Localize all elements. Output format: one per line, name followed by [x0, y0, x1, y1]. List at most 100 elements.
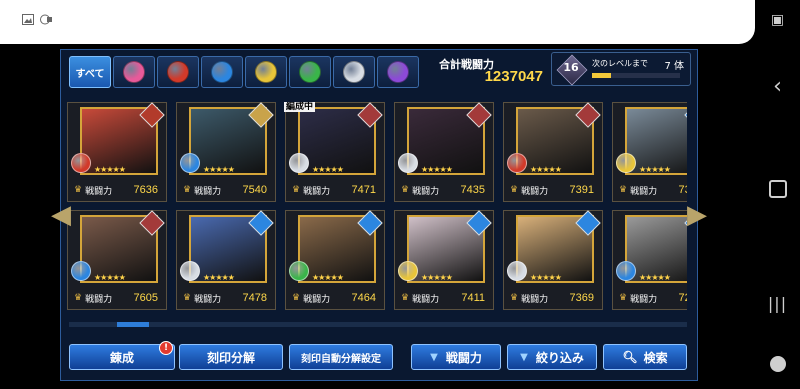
level-progress-box: 16 次のレベルまで 7 体	[551, 52, 691, 86]
filter-button[interactable]: ▼ 絞り込み	[507, 344, 597, 370]
character-card[interactable]: ★★★★★ ♛ 戦闘力 7605	[67, 210, 167, 310]
thunder-element-icon	[255, 61, 277, 83]
character-card[interactable]: ★★★★★ ♛戦闘力 7288	[612, 210, 687, 310]
power-label: 戦闘力	[194, 186, 222, 197]
fire-element-icon	[167, 61, 189, 83]
crown-icon: ♛	[401, 293, 410, 303]
crown-icon: ♛	[183, 185, 192, 195]
element-icon	[398, 261, 418, 281]
element-filter-tabs: すべて	[69, 56, 419, 90]
scroll-right-arrow[interactable]: ▶	[687, 200, 707, 230]
element-icon	[507, 261, 527, 281]
crown-icon: ♛	[74, 185, 83, 195]
power-value: 7411	[461, 292, 485, 304]
crown-icon: ♛	[619, 293, 628, 303]
rarity-stars-icon: ★★★★★	[312, 273, 344, 282]
rarity-stars-icon: ★★★★★	[421, 273, 453, 282]
crown-icon: ♛	[510, 293, 519, 303]
search-button[interactable]: 🔍︎ 検索	[603, 344, 687, 370]
recents-icon[interactable]: |||	[768, 294, 787, 313]
character-card[interactable]: ★★★★★ ♛ 戦闘力 7411	[394, 210, 494, 310]
tab-thunder-element[interactable]	[245, 56, 287, 88]
tab-light-element[interactable]	[333, 56, 375, 88]
tab-fire-element[interactable]	[157, 56, 199, 88]
element-icon	[507, 153, 527, 173]
scrollbar-thumb[interactable]	[117, 322, 149, 327]
power-row: ♛ 戦闘力 7478	[177, 289, 275, 307]
character-box-panel: すべて 合計戦闘力 1237047 16 次のレベルまで 7 体 ★★★★★ ♛ 戦…	[51, 49, 707, 381]
power-label: 戦闘力	[521, 186, 549, 197]
rarity-stars-icon: ★★★★★	[530, 273, 562, 282]
tab-all-label: すべて	[75, 68, 105, 80]
auto-dismantle-settings-label: 刻印自動分解設定	[301, 353, 381, 365]
element-icon	[289, 153, 309, 173]
screenshot-edit-icon[interactable]: ▣	[771, 12, 784, 28]
power-label: 戦闘力	[630, 186, 658, 197]
element-icon	[71, 261, 91, 281]
element-icon	[71, 153, 91, 173]
light-element-icon	[343, 61, 365, 83]
tab-wind-element[interactable]	[289, 56, 331, 88]
home-icon[interactable]	[768, 180, 787, 198]
dropdown-arrow-icon: ▼	[520, 351, 528, 363]
element-icon	[289, 261, 309, 281]
back-icon[interactable]: ‹	[773, 74, 782, 99]
tab-all[interactable]: すべて	[69, 56, 111, 88]
power-label: 戦闘力	[85, 186, 113, 197]
engrave-dismantle-button[interactable]: 刻印分解	[179, 344, 283, 370]
cast-icon	[40, 14, 52, 25]
rarity-stars-icon: ★★★★★	[312, 165, 344, 174]
auto-dismantle-settings-button[interactable]: 刻印自動分解設定	[289, 344, 393, 370]
element-icon	[398, 153, 418, 173]
scroll-left-arrow[interactable]: ◀	[51, 200, 71, 230]
power-value: 7540	[242, 184, 267, 196]
power-row: ♛ 戦闘力 7464	[286, 289, 384, 307]
tab-dark-element[interactable]	[377, 56, 419, 88]
character-card[interactable]: ★★★★★ ♛ 戦闘力 7391	[503, 102, 603, 202]
character-card[interactable]: ★★★★★ ♛ 戦闘力 7464	[285, 210, 385, 310]
power-row: ♛ 戦闘力 7605	[68, 289, 166, 307]
element-icon	[616, 261, 636, 281]
power-value: 7391	[569, 184, 594, 196]
wind-element-icon	[299, 61, 321, 83]
crown-icon: ♛	[401, 185, 410, 195]
character-grid: ★★★★★ ♛ 戦闘力 7636 ★★★★★ ♛ 戦闘力 7540 ★★★★★ ♛ 戦闘力 7471 編…	[67, 102, 687, 314]
sort-power-label: 戦闘力	[445, 350, 482, 365]
crown-icon: ♛	[74, 293, 83, 303]
rarity-stars-icon: ★★★★★	[203, 273, 235, 282]
character-card[interactable]: ★★★★★ ♛戦闘力 7312	[612, 102, 687, 202]
grid-scrollbar[interactable]	[69, 322, 687, 327]
character-card[interactable]: ★★★★★ ♛ 戦闘力 7636	[67, 102, 167, 202]
power-row: ♛ 戦闘力 7369	[504, 289, 602, 307]
power-row: ♛ 戦闘力 7636	[68, 181, 166, 199]
character-card[interactable]: ★★★★★ ♛ 戦闘力 7540	[176, 102, 276, 202]
rarity-stars-icon: ★★★★★	[94, 165, 126, 174]
character-card[interactable]: ★★★★★ ♛ 戦闘力 7478	[176, 210, 276, 310]
tab-star-element[interactable]	[113, 56, 155, 88]
next-level-label: 次のレベルまで	[592, 59, 648, 68]
tab-water-element[interactable]	[201, 56, 243, 88]
power-value: 7471	[351, 184, 376, 196]
rarity-stars-icon: ★★★★★	[203, 165, 235, 174]
total-power-value: 1237047	[484, 68, 543, 85]
character-card[interactable]: ★★★★★ ♛ 戦闘力 7369	[503, 210, 603, 310]
character-card[interactable]: ★★★★★ ♛ 戦闘力 7435	[394, 102, 494, 202]
filter-label: 絞り込み	[535, 350, 584, 365]
power-row: ♛ 戦闘力 7471	[286, 181, 384, 199]
engrave-dismantle-label: 刻印分解	[206, 350, 255, 365]
rarity-stars-icon: ★★★★★	[639, 273, 671, 282]
power-value: 7478	[242, 292, 267, 304]
power-row: ♛ 戦闘力 7540	[177, 181, 275, 199]
power-value: 7288	[678, 292, 687, 304]
power-value: 7605	[133, 292, 158, 304]
crown-icon: ♛	[292, 185, 301, 195]
element-icon	[180, 153, 200, 173]
rarity-stars-icon: ★★★★★	[639, 165, 671, 174]
power-label: 戦闘力	[303, 186, 331, 197]
power-label: 戦闘力	[412, 294, 440, 305]
image-icon	[22, 14, 34, 25]
character-card[interactable]: ★★★★★ ♛ 戦闘力 7471 編成中	[284, 102, 385, 202]
game-tools-icon[interactable]	[769, 356, 786, 372]
sort-power-button[interactable]: ▼ 戦闘力	[411, 344, 501, 370]
power-value: 7369	[569, 292, 594, 304]
